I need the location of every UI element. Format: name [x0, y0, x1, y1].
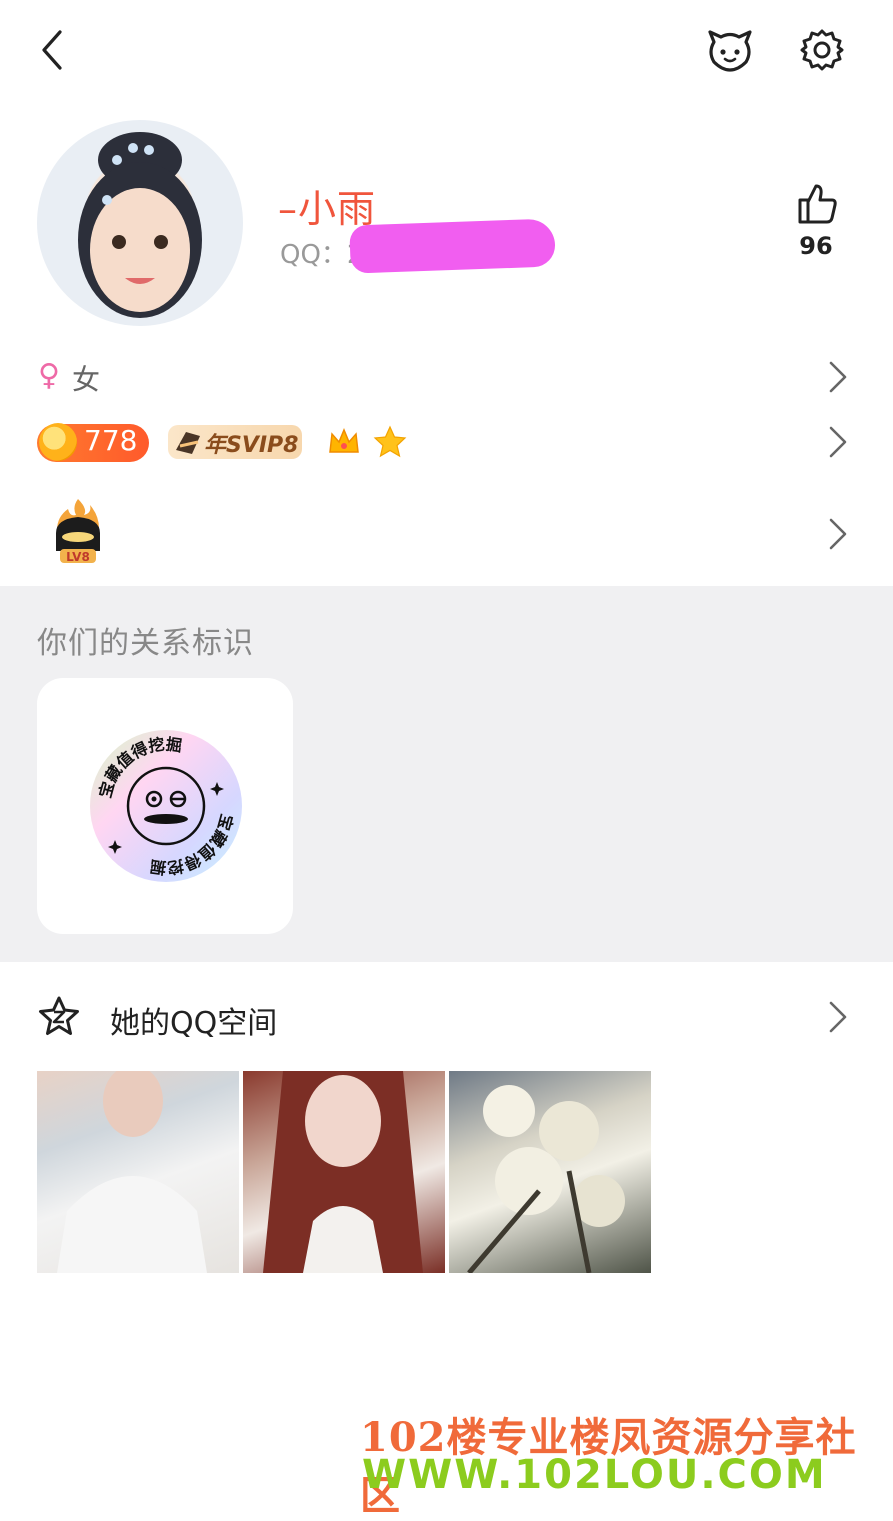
coin-icon	[39, 423, 77, 461]
female-icon: ♀	[38, 358, 60, 393]
relation-title: 你们的关系标识	[37, 626, 254, 661]
avatar[interactable]	[37, 120, 243, 326]
qzone-star-icon	[39, 996, 79, 1035]
top-bar	[0, 0, 893, 100]
chevron-right-icon	[829, 518, 847, 550]
svip-label: 年SVIP8	[204, 433, 299, 458]
thumbs-up-icon[interactable]	[790, 182, 842, 226]
level-label: LV8	[66, 550, 90, 564]
qzone-title: 她的QQ空间	[110, 1006, 278, 1041]
chevron-right-icon	[829, 426, 847, 458]
redaction-mark	[349, 218, 556, 274]
back-icon[interactable]	[34, 26, 74, 74]
gender-row[interactable]	[0, 345, 893, 407]
portrait-photo-icon	[57, 1071, 207, 1273]
qzone-photo-1[interactable]	[37, 1071, 239, 1273]
level-badge-icon: LV8	[56, 499, 100, 564]
qzone-photo-2[interactable]	[243, 1071, 445, 1273]
treasure-stamp-icon: 宝藏值得挖掘 宝藏值得挖掘	[90, 730, 242, 882]
pet-face-icon[interactable]	[704, 26, 756, 74]
gear-icon[interactable]	[798, 26, 846, 74]
blossom-photo-icon	[467, 1085, 625, 1273]
star-icon	[373, 425, 407, 458]
chevron-right-icon	[829, 1001, 847, 1033]
watermark-line-2: WWW.102LOU.COM	[362, 1452, 827, 1498]
like-count: 96	[799, 232, 833, 260]
gender-label: 女	[72, 363, 101, 396]
qzone-photo-3[interactable]	[449, 1071, 651, 1273]
coin-value: 778	[84, 424, 138, 457]
avatar-portrait-icon	[78, 132, 202, 318]
level-row[interactable]	[0, 484, 893, 584]
crown-icon	[329, 428, 359, 453]
svip-icon	[176, 432, 200, 454]
chevron-right-icon	[829, 361, 847, 393]
portrait-photo-icon	[263, 1071, 423, 1273]
